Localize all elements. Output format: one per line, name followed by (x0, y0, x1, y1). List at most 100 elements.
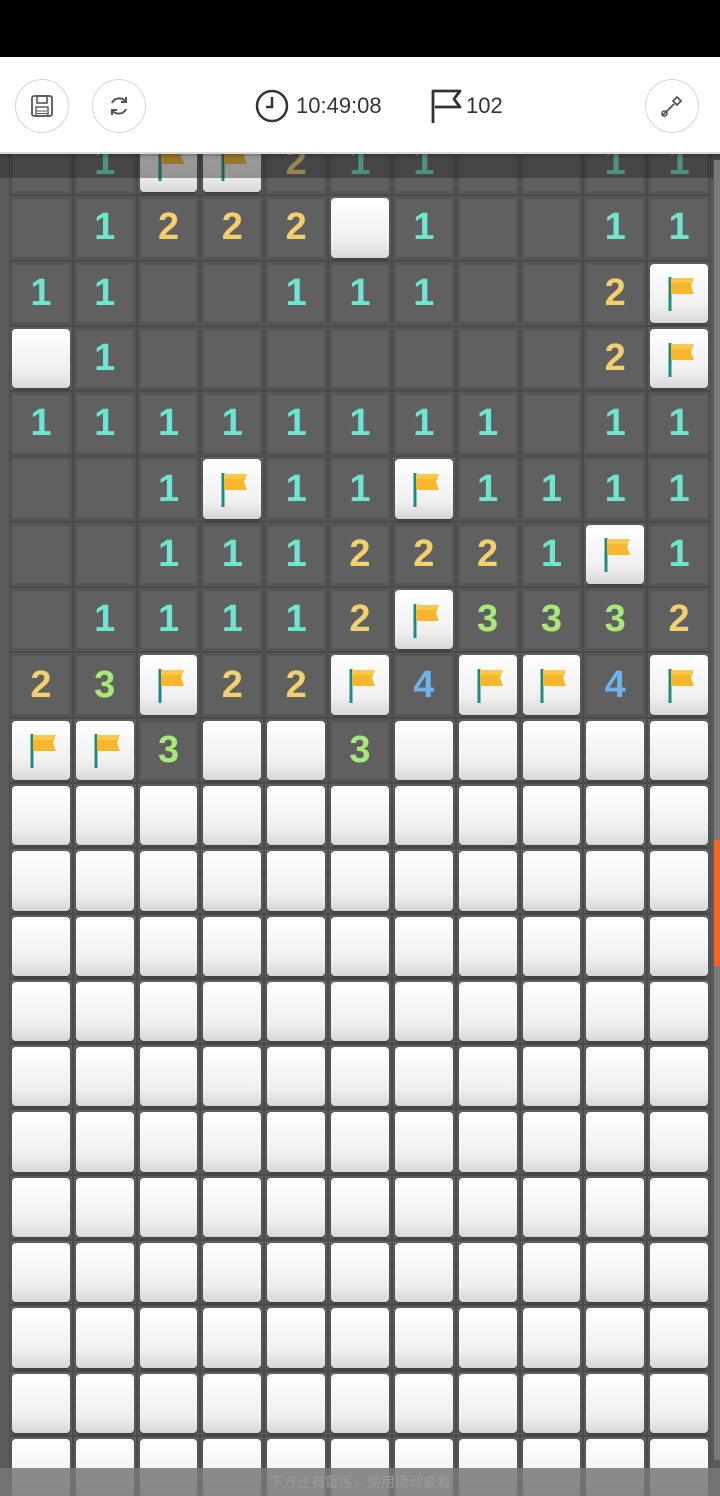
unopened-cell[interactable] (328, 1240, 392, 1306)
unopened-cell[interactable] (328, 1174, 392, 1241)
number-cell[interactable]: 1 (391, 391, 456, 457)
number-cell[interactable]: 1 (328, 260, 392, 326)
unopened-cell[interactable] (583, 1305, 648, 1371)
unopened-cell[interactable] (72, 1044, 137, 1110)
unopened-cell[interactable] (9, 1174, 73, 1241)
unopened-cell[interactable] (391, 978, 456, 1045)
number-cell[interactable]: 2 (200, 195, 265, 261)
number-cell[interactable]: 3 (583, 587, 648, 653)
number-cell[interactable]: 1 (328, 391, 392, 457)
unopened-cell[interactable] (9, 913, 73, 979)
flagged-cell[interactable] (647, 652, 711, 718)
flagged-cell[interactable] (391, 456, 456, 522)
unopened-cell[interactable] (200, 1240, 265, 1306)
unopened-cell[interactable] (328, 978, 392, 1045)
unopened-cell[interactable] (328, 195, 392, 261)
flagged-cell[interactable] (455, 652, 520, 718)
number-cell[interactable]: 2 (328, 587, 392, 653)
flagged-cell[interactable] (647, 260, 711, 326)
number-cell[interactable]: 2 (200, 652, 265, 718)
unopened-cell[interactable] (583, 848, 648, 914)
opened-cell[interactable] (519, 325, 584, 392)
unopened-cell[interactable] (328, 1370, 392, 1436)
unopened-cell[interactable] (72, 1109, 137, 1175)
unopened-cell[interactable] (9, 1305, 73, 1371)
unopened-cell[interactable] (391, 1109, 456, 1175)
unopened-cell[interactable] (519, 782, 584, 849)
unopened-cell[interactable] (328, 1305, 392, 1371)
unopened-cell[interactable] (200, 848, 265, 914)
unopened-cell[interactable] (136, 782, 201, 849)
unopened-cell[interactable] (391, 782, 456, 849)
unopened-cell[interactable] (9, 1109, 73, 1175)
flagged-cell[interactable] (583, 521, 648, 588)
unopened-cell[interactable] (455, 1109, 520, 1175)
unopened-cell[interactable] (136, 848, 201, 914)
opened-cell[interactable] (391, 325, 456, 392)
unopened-cell[interactable] (200, 717, 265, 783)
unopened-cell[interactable] (264, 717, 329, 783)
unopened-cell[interactable] (583, 978, 648, 1045)
opened-cell[interactable] (519, 260, 584, 326)
unopened-cell[interactable] (200, 1174, 265, 1241)
unopened-cell[interactable] (200, 1305, 265, 1371)
number-cell[interactable]: 3 (72, 652, 137, 718)
flagged-cell[interactable] (647, 325, 711, 392)
unopened-cell[interactable] (200, 1370, 265, 1436)
unopened-cell[interactable] (455, 848, 520, 914)
unopened-cell[interactable] (328, 782, 392, 849)
unopened-cell[interactable] (391, 1240, 456, 1306)
unopened-cell[interactable] (264, 1044, 329, 1110)
opened-cell[interactable] (455, 195, 520, 261)
unopened-cell[interactable] (647, 717, 711, 783)
number-cell[interactable]: 1 (391, 260, 456, 326)
unopened-cell[interactable] (9, 782, 73, 849)
unopened-cell[interactable] (328, 913, 392, 979)
unopened-cell[interactable] (328, 848, 392, 914)
number-cell[interactable]: 4 (583, 652, 648, 718)
number-cell[interactable]: 2 (583, 325, 648, 392)
number-cell[interactable]: 1 (200, 521, 265, 588)
opened-cell[interactable] (136, 325, 201, 392)
minefield-grid[interactable]: 1211111222111111112121111111111111111111… (9, 130, 711, 1496)
unopened-cell[interactable] (136, 1044, 201, 1110)
unopened-cell[interactable] (519, 1174, 584, 1241)
unopened-cell[interactable] (264, 913, 329, 979)
opened-cell[interactable] (72, 456, 137, 522)
opened-cell[interactable] (72, 521, 137, 588)
number-cell[interactable]: 1 (72, 587, 137, 653)
number-cell[interactable]: 1 (136, 456, 201, 522)
number-cell[interactable]: 4 (391, 652, 456, 718)
unopened-cell[interactable] (455, 1044, 520, 1110)
unopened-cell[interactable] (583, 1174, 648, 1241)
unopened-cell[interactable] (200, 1109, 265, 1175)
number-cell[interactable]: 3 (519, 587, 584, 653)
number-cell[interactable]: 1 (200, 587, 265, 653)
unopened-cell[interactable] (519, 1109, 584, 1175)
unopened-cell[interactable] (647, 782, 711, 849)
unopened-cell[interactable] (519, 978, 584, 1045)
number-cell[interactable]: 3 (455, 587, 520, 653)
number-cell[interactable]: 1 (519, 521, 584, 588)
scrollbar-track[interactable] (714, 160, 720, 1460)
number-cell[interactable]: 1 (264, 456, 329, 522)
unopened-cell[interactable] (136, 1240, 201, 1306)
scrollbar-thumb[interactable] (714, 840, 720, 966)
number-cell[interactable]: 2 (136, 195, 201, 261)
number-cell[interactable]: 1 (136, 391, 201, 457)
unopened-cell[interactable] (328, 1109, 392, 1175)
save-button[interactable] (15, 79, 69, 133)
unopened-cell[interactable] (9, 325, 73, 392)
unopened-cell[interactable] (519, 1305, 584, 1371)
unopened-cell[interactable] (391, 1044, 456, 1110)
unopened-cell[interactable] (647, 1370, 711, 1436)
flagged-cell[interactable] (72, 717, 137, 783)
unopened-cell[interactable] (391, 1174, 456, 1241)
number-cell[interactable]: 1 (647, 521, 711, 588)
number-cell[interactable]: 1 (647, 456, 711, 522)
unopened-cell[interactable] (264, 1109, 329, 1175)
unopened-cell[interactable] (583, 1044, 648, 1110)
unopened-cell[interactable] (9, 1240, 73, 1306)
opened-cell[interactable] (9, 456, 73, 522)
unopened-cell[interactable] (583, 913, 648, 979)
